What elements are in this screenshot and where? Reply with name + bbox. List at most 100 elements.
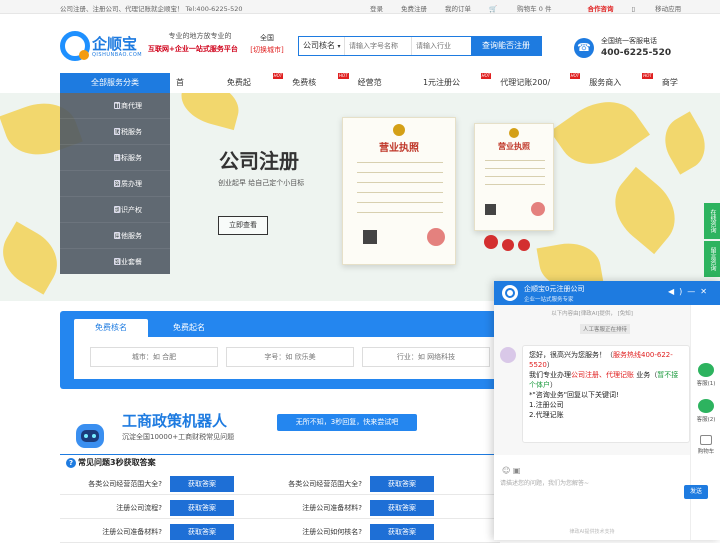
menu-tax-service[interactable]: 财税服务 bbox=[60, 119, 170, 145]
license-line bbox=[357, 172, 443, 173]
faq-question: 各类公司经营范围大全? bbox=[88, 479, 162, 488]
document-icon bbox=[114, 232, 120, 239]
chat-avatar bbox=[502, 285, 518, 301]
cart-icon bbox=[700, 435, 712, 445]
all-categories-button[interactable]: 全部服务分类 bbox=[60, 73, 170, 93]
policy-bubble[interactable]: 无所不知，3秒回复，快来尝试吧 bbox=[277, 414, 417, 431]
nav-register-company[interactable]: 1元注册公司HOT bbox=[423, 73, 492, 107]
hotline-label: 全国统一客服电话 bbox=[601, 37, 657, 45]
msg-option[interactable]: 2.代理记账 bbox=[529, 411, 564, 419]
agent-2-button[interactable]: 客服(2) bbox=[691, 399, 720, 423]
get-answer-button[interactable]: 获取答案 bbox=[170, 475, 234, 492]
menu-other[interactable]: 其他服务 bbox=[60, 223, 170, 249]
agent-2-label: 客服(2) bbox=[696, 417, 716, 423]
menu-trademark[interactable]: 商标服务 bbox=[60, 145, 170, 171]
faq-question: 注册公司准备材料? bbox=[302, 503, 362, 512]
cooperation-link[interactable]: 合作咨询 bbox=[587, 3, 613, 13]
license-line bbox=[357, 192, 443, 193]
city-switch-link[interactable]: [切换城市] bbox=[250, 45, 284, 55]
cart-button[interactable]: 购物车 bbox=[691, 435, 720, 455]
emoji-icon[interactable]: ☺ bbox=[502, 466, 510, 475]
banner-subtitle: 创业起早 给自己定个小目标 bbox=[218, 179, 305, 187]
faq-row: 注册公司流程? 获取答案 注册公司准备材料? 获取答案 bbox=[60, 497, 500, 519]
emblem-icon bbox=[509, 128, 519, 138]
menu-qualification[interactable]: 资质办理 bbox=[60, 171, 170, 197]
industry-field[interactable] bbox=[362, 347, 490, 367]
cart-label: 购物车 bbox=[697, 449, 715, 455]
industry-input[interactable] bbox=[411, 37, 471, 55]
send-button[interactable]: 发送 bbox=[684, 485, 708, 499]
slogan-platform: 互联网+企业一站式服务平台 bbox=[148, 45, 238, 53]
register-link[interactable]: 免费注册 bbox=[401, 3, 427, 13]
sound-icon[interactable]: ◀) bbox=[668, 287, 687, 296]
logo[interactable]: 企顺宝 QISHUNBAO.COM bbox=[60, 31, 144, 71]
stamp-icon bbox=[531, 202, 545, 216]
policy-subtitle: 沉淀全国10000+工商财税常见问题 bbox=[122, 433, 235, 441]
category-side-menu: 工商代理 财税服务 商标服务 资质办理 知识产权 其他服务 创业套餐 bbox=[60, 93, 170, 275]
menu-startup-package[interactable]: 创业套餐 bbox=[60, 249, 170, 275]
close-icon[interactable]: ✕ bbox=[700, 287, 712, 296]
nav-business-scope[interactable]: 经营范围 bbox=[358, 73, 404, 107]
search-type-label: 公司核名 bbox=[303, 41, 335, 50]
leaf-decoration bbox=[600, 166, 690, 255]
get-answer-button[interactable]: 获取答案 bbox=[170, 499, 234, 516]
document-icon bbox=[114, 128, 120, 135]
stamp-icon bbox=[427, 228, 445, 246]
hot-badge: HOT bbox=[272, 73, 284, 79]
get-answer-button[interactable]: 获取答案 bbox=[370, 523, 434, 540]
hotline: ☎ 全国统一客服电话 400-6225-520 bbox=[574, 36, 694, 64]
tab-free-name-check[interactable]: 免费核名 bbox=[74, 319, 148, 337]
chat-queue-note: 人工客服正在排待 bbox=[580, 324, 631, 334]
faq-row: 各类公司经营范围大全? 获取答案 各类公司经营范围大全? 获取答案 bbox=[60, 473, 500, 495]
nav-free-naming[interactable]: 免费起名HOT bbox=[227, 73, 284, 107]
get-answer-button[interactable]: 获取答案 bbox=[170, 523, 234, 540]
emblem-icon bbox=[393, 124, 405, 136]
tab-free-naming[interactable]: 免费起名 bbox=[152, 319, 226, 337]
online-consult-tab[interactable]: 在线咨询 bbox=[704, 203, 720, 239]
image-icon[interactable]: ▣ bbox=[513, 466, 521, 475]
search-button[interactable]: 查询能否注册 bbox=[471, 37, 541, 55]
nav-academy[interactable]: 商学院 bbox=[662, 73, 701, 107]
agent-1-label: 客服(1) bbox=[696, 381, 716, 387]
msg-option[interactable]: 1.注册公司 bbox=[529, 401, 564, 409]
company-name-input[interactable] bbox=[345, 37, 411, 55]
menu-business-agency[interactable]: 工商代理 bbox=[60, 93, 170, 119]
banner-view-button[interactable]: 立即查看 bbox=[218, 216, 268, 235]
login-link[interactable]: 登录 bbox=[370, 3, 383, 13]
faq-header: ? 常见问题3秒获取答案 bbox=[60, 454, 500, 470]
license-title-small: 营业执照 bbox=[498, 142, 530, 151]
main-nav: 全部服务分类 首页 免费起名HOT 免费核名HOT 经营范围 1元注册公司HOT… bbox=[0, 73, 720, 107]
nav-provider-entry[interactable]: 服务商入口HOT bbox=[589, 73, 653, 107]
msg-text: 我们专业办理 bbox=[529, 371, 571, 379]
chat-input[interactable]: 请描述您的问题，我们为您解答~ bbox=[500, 478, 589, 487]
document-icon bbox=[114, 102, 120, 109]
chat-toolbar: ☺ ▣ bbox=[502, 466, 520, 475]
faq-question: 各类公司经营范围大全? bbox=[288, 479, 362, 488]
chat-system-note: 以下内容由[律政AI]提供， [免知] bbox=[551, 311, 633, 317]
nav-home[interactable]: 首页 bbox=[176, 73, 208, 107]
get-answer-button[interactable]: 获取答案 bbox=[370, 475, 434, 492]
hot-badge: HOT bbox=[480, 73, 492, 79]
search-type-select[interactable]: 公司核名 ▾ bbox=[299, 37, 345, 55]
agent-1-button[interactable]: 客服(1) bbox=[691, 363, 720, 387]
header: 企顺宝 QISHUNBAO.COM 专业的地方放专业的 互联网+企业一站式服务平… bbox=[0, 15, 720, 73]
orders-link[interactable]: 我的订单 bbox=[445, 3, 471, 13]
minimize-icon[interactable]: — bbox=[687, 287, 700, 296]
mobile-app-link[interactable]: ▯ 移动应用 bbox=[631, 3, 699, 13]
cart-icon: 🛒 bbox=[489, 5, 498, 13]
nav-bookkeeping[interactable]: 代理记账200/月HOT bbox=[500, 73, 581, 107]
chat-header: 企顺宝0元注册公司 企业一站式服务专家 ◀)—✕ bbox=[494, 281, 720, 305]
message-consult-tab[interactable]: 留言咨询 bbox=[704, 241, 720, 277]
caret-down-icon: ▾ bbox=[337, 43, 341, 50]
right-float-tabs: 在线咨询 留言咨询 bbox=[704, 203, 720, 279]
nav-free-name-check[interactable]: 免费核名HOT bbox=[292, 73, 349, 107]
brand-name-input[interactable] bbox=[226, 347, 354, 367]
cart-link[interactable]: 🛒 购物车 0 件 bbox=[489, 3, 569, 13]
get-answer-button[interactable]: 获取答案 bbox=[370, 499, 434, 516]
menu-ip[interactable]: 知识产权 bbox=[60, 197, 170, 223]
city-input[interactable] bbox=[90, 347, 218, 367]
stamp-seal-icon bbox=[484, 235, 498, 249]
city-selector[interactable]: 全国 [切换城市] bbox=[250, 33, 284, 55]
msg-text: ） bbox=[550, 381, 557, 389]
license-line bbox=[357, 182, 443, 183]
